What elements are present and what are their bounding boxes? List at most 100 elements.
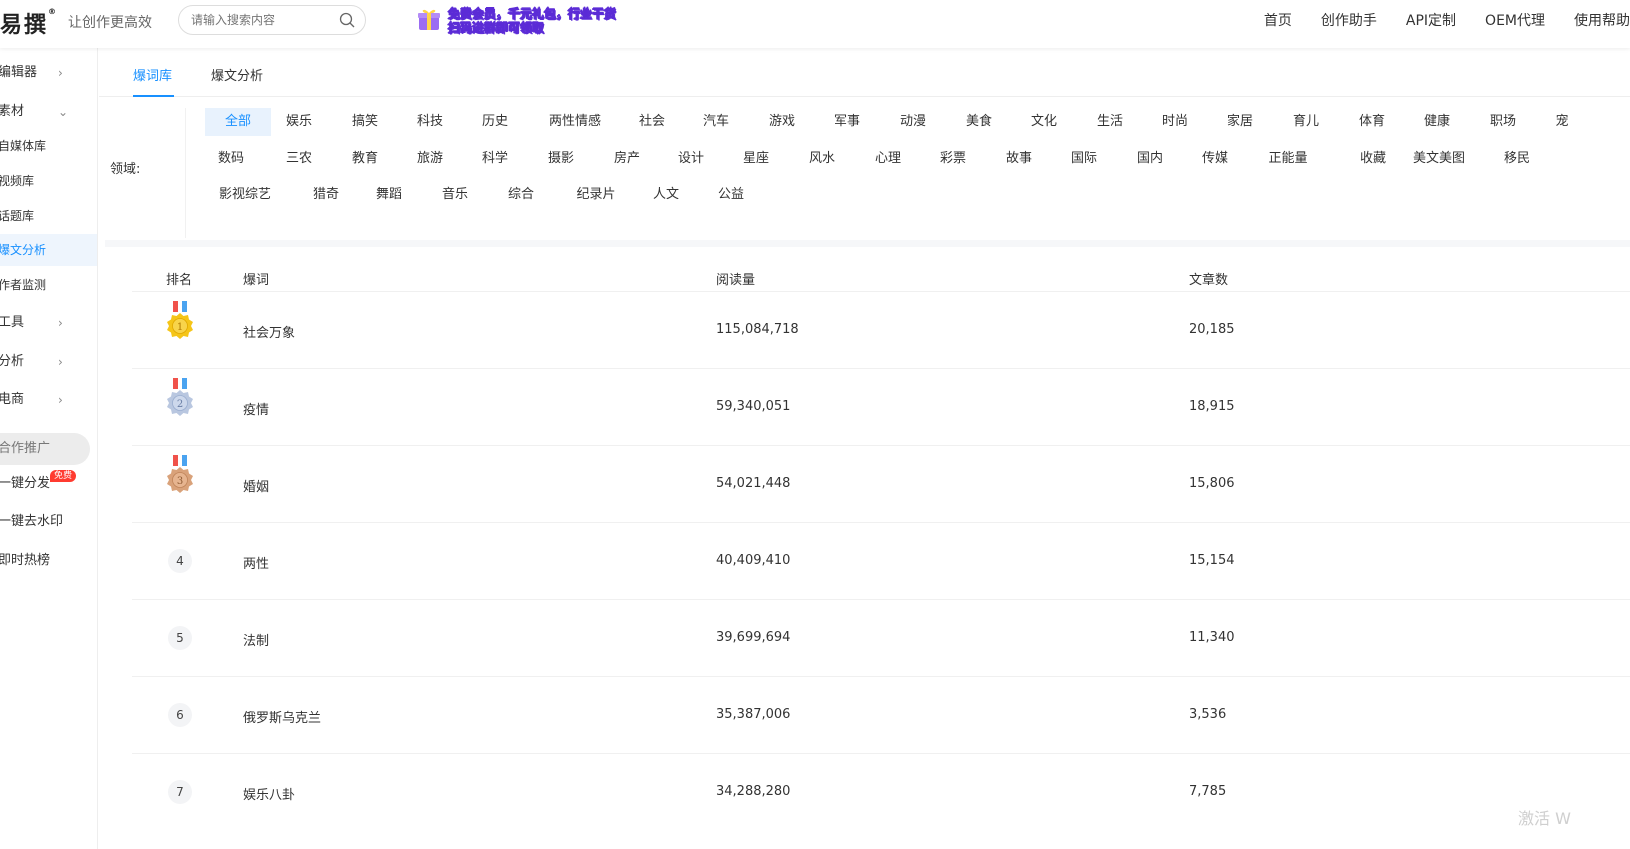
domain-category-item[interactable]: 房产 [601, 145, 653, 173]
domain-category-item[interactable]: 猎奇 [300, 181, 352, 209]
domain-category-item[interactable]: 历史 [469, 108, 521, 136]
hot-word[interactable]: 婚姻 [243, 476, 269, 495]
sidebar-item-remove-watermark[interactable]: 一键去水印 [0, 506, 97, 538]
domain-category-item[interactable]: 公益 [705, 181, 757, 209]
domain-category-item[interactable]: 心理 [862, 145, 914, 173]
tab-hot-words[interactable]: 爆词库 [133, 65, 174, 97]
promo-banner[interactable]: 免费会员，千元礼包，行业干货 扫码进群即可领取 [416, 4, 634, 36]
sidebar-item-one-click-publish[interactable]: 一键分发 免费 [0, 468, 97, 500]
domain-category-item[interactable]: 音乐 [429, 181, 481, 209]
free-badge: 免费 [50, 470, 77, 482]
hot-word[interactable]: 两性 [243, 553, 269, 572]
table-row[interactable]: 4 两性 40,409,410 15,154 [132, 522, 1630, 599]
hot-word[interactable]: 社会万象 [243, 322, 295, 341]
sidebar-item-materials[interactable]: 素材 ⌄ [0, 96, 97, 128]
logo[interactable]: 易撰® [0, 7, 58, 39]
domain-category-item[interactable]: 家居 [1214, 108, 1266, 136]
domain-category-item[interactable]: 数码 [205, 145, 257, 173]
domain-category-item[interactable]: 社会 [626, 108, 678, 136]
domain-category-item[interactable]: 游戏 [756, 108, 808, 136]
domain-category-item[interactable]: 搞笑 [339, 108, 391, 136]
sidebar-item-tools[interactable]: 工具 › [0, 307, 97, 339]
promo-text-line2: 扫码进群即可领取 [448, 21, 545, 36]
hot-word[interactable]: 疫情 [243, 399, 269, 418]
domain-category-item[interactable]: 文化 [1018, 108, 1070, 136]
search-icon[interactable] [339, 12, 355, 28]
domain-category-item[interactable]: 科学 [469, 145, 521, 173]
sidebar-item-cooperation[interactable]: 合作推广 [0, 433, 90, 465]
hot-word[interactable]: 法制 [243, 630, 269, 649]
domain-category-item[interactable]: 三农 [273, 145, 325, 173]
domain-category-item[interactable]: 科技 [404, 108, 456, 136]
domain-label: 领域: [110, 162, 141, 177]
sidebar-item-topics[interactable]: 话题库 [0, 200, 97, 232]
domain-category-item[interactable]: 时尚 [1149, 108, 1201, 136]
domain-category-item[interactable]: 旅游 [404, 145, 456, 173]
read-count: 54,021,448 [716, 476, 791, 491]
domain-category-item[interactable]: 正能量 [1255, 145, 1321, 173]
domain-category-item[interactable]: 影视综艺 [205, 181, 285, 209]
domain-category-item[interactable]: 国际 [1058, 145, 1110, 173]
nav-home[interactable]: 首页 [1264, 10, 1292, 30]
sidebar-item-video[interactable]: 视频库 [0, 165, 97, 197]
domain-category-item[interactable]: 育儿 [1280, 108, 1332, 136]
domain-category-item[interactable]: 两性情感 [535, 108, 615, 136]
sidebar-item-analysis[interactable]: 分析 › [0, 346, 97, 378]
sidebar-item-realtime-hot[interactable]: 即时热榜 [0, 545, 97, 577]
domain-category-item[interactable]: 故事 [993, 145, 1045, 173]
nav-help[interactable]: 使用帮助 [1574, 10, 1630, 30]
domain-category-item[interactable]: 摄影 [535, 145, 587, 173]
domain-category-item[interactable]: 彩票 [927, 145, 979, 173]
nav-oem-agent[interactable]: OEM代理 [1485, 10, 1545, 30]
domain-category-item[interactable]: 风水 [796, 145, 848, 173]
tab-hot-articles[interactable]: 爆文分析 [211, 65, 263, 97]
domain-category-item[interactable]: 娱乐 [273, 108, 325, 136]
table-row[interactable]: 3 婚姻 54,021,448 15,806 [132, 445, 1630, 522]
sidebar-item-label: 分析 [0, 354, 25, 369]
chevron-right-icon: › [58, 355, 63, 369]
rank-badge: 4 [168, 549, 192, 573]
sidebar-item-ecommerce[interactable]: 电商 › [0, 384, 97, 416]
rank-badge: 6 [168, 703, 192, 727]
sidebar-item-hot-analysis[interactable]: 爆文分析 [0, 234, 97, 266]
divider [185, 108, 186, 238]
domain-category-item[interactable]: 生活 [1084, 108, 1136, 136]
rank-number: 1 [177, 322, 183, 333]
sidebar-item-self-media[interactable]: 自媒体库 [0, 130, 97, 162]
domain-category-item[interactable]: 美食 [953, 108, 1005, 136]
domain-category-item[interactable]: 人文 [640, 181, 692, 209]
domain-category-item[interactable]: 设计 [665, 145, 717, 173]
table-row[interactable]: 1 社会万象 115,084,718 20,185 [132, 291, 1630, 368]
domain-category-item[interactable]: 军事 [821, 108, 873, 136]
table-row[interactable]: 2 疫情 59,340,051 18,915 [132, 368, 1630, 445]
domain-category-item[interactable]: 星座 [730, 145, 782, 173]
domain-category-item[interactable]: 舞蹈 [363, 181, 415, 209]
domain-category-item[interactable]: 教育 [339, 145, 391, 173]
domain-category-item[interactable]: 收藏 [1347, 145, 1399, 173]
table-row[interactable]: 6 俄罗斯乌克兰 35,387,006 3,536 [132, 676, 1630, 753]
domain-category-item[interactable]: 汽车 [690, 108, 742, 136]
table-row[interactable]: 5 法制 39,699,694 11,340 [132, 599, 1630, 676]
domain-category-item[interactable]: 传媒 [1189, 145, 1241, 173]
main-content: 爆词库 爆文分析 领域: 全部 娱乐 搞笑 科技 历史 两性情感 社会 汽车 游戏 军事 动漫 美食文… [99, 48, 1630, 849]
sidebar-item-author-monitor[interactable]: 作者监测 [0, 269, 97, 301]
hot-word[interactable]: 娱乐八卦 [243, 784, 295, 803]
domain-category-item[interactable]: 综合 [495, 181, 547, 209]
domain-category-item[interactable]: 动漫 [887, 108, 939, 136]
domain-category-item[interactable]: 美文美图 [1399, 145, 1479, 173]
domain-category-item[interactable]: 健康 [1411, 108, 1463, 136]
domain-category-item[interactable]: 体育 [1346, 108, 1398, 136]
nav-api-custom[interactable]: API定制 [1406, 10, 1456, 30]
sidebar-item-editor[interactable]: 编辑器 › [0, 57, 97, 89]
domain-category-item[interactable]: 国内 [1124, 145, 1176, 173]
table-row[interactable]: 7 娱乐八卦 34,288,280 7,785 [132, 753, 1630, 830]
domain-category-item[interactable]: 全部 [205, 108, 271, 136]
domain-category-item[interactable]: 纪录片 [563, 181, 629, 209]
domain-category-item[interactable]: 职场 [1477, 108, 1529, 136]
hot-word[interactable]: 俄罗斯乌克兰 [243, 707, 321, 726]
nav-creation-assistant[interactable]: 创作助手 [1321, 10, 1377, 30]
domain-category-item[interactable]: 移民 [1491, 145, 1543, 173]
search-box[interactable] [178, 5, 366, 35]
domain-category-item[interactable]: 宠 [1542, 108, 1582, 136]
search-input[interactable] [191, 13, 331, 27]
